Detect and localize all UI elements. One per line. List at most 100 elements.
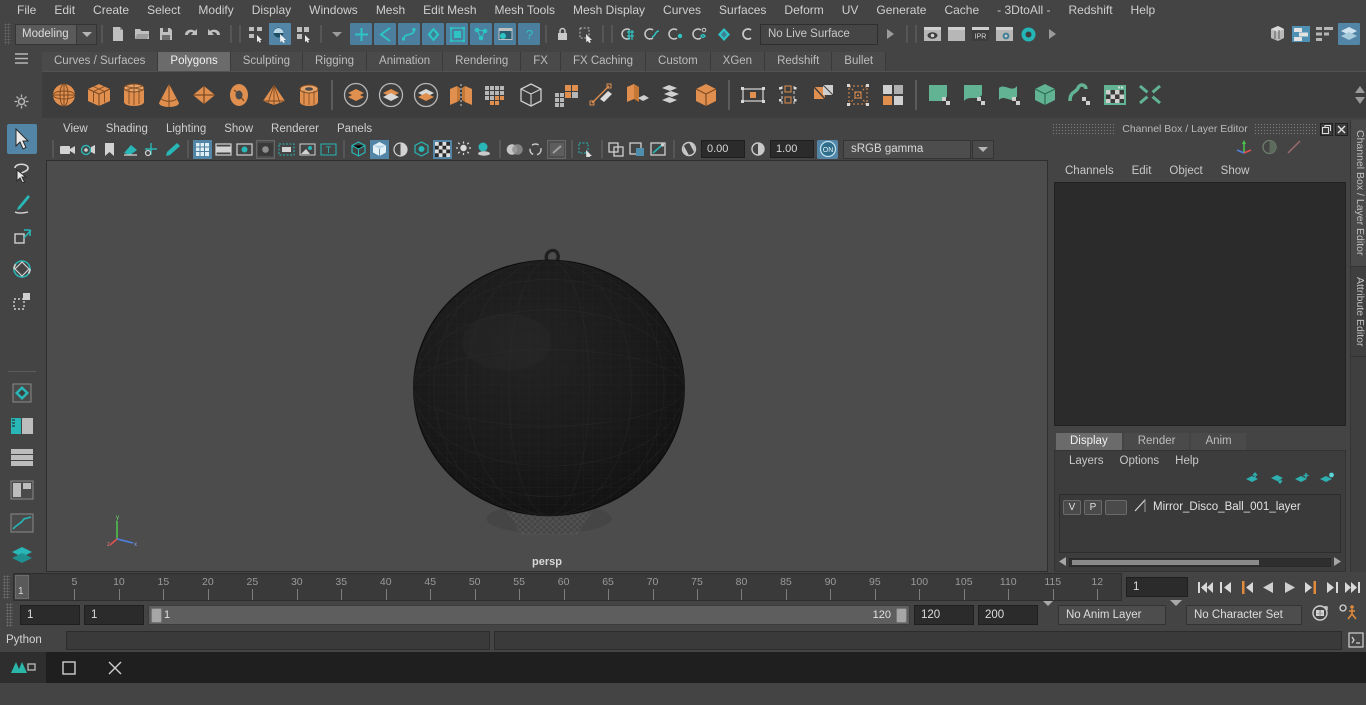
viewport-menu-panels[interactable]: Panels	[328, 123, 381, 135]
wireframe-shading-icon[interactable]	[349, 140, 368, 159]
node-editor-icon[interactable]	[1290, 23, 1312, 45]
mask-handles-icon[interactable]	[350, 23, 372, 45]
outliner-icon[interactable]	[1266, 23, 1288, 45]
menu-uv[interactable]: UV	[833, 0, 868, 20]
viewport-menu-lighting[interactable]: Lighting	[157, 123, 215, 135]
poly-cube-icon[interactable]	[81, 76, 116, 114]
select-component-icon[interactable]	[293, 23, 315, 45]
shelf-tab-custom[interactable]: Custom	[646, 52, 711, 71]
shelf-tab-xgen[interactable]: XGen	[710, 52, 766, 71]
component-mask-dropdown-icon[interactable]	[326, 23, 348, 45]
undock-panel-icon[interactable]	[1320, 122, 1333, 136]
shaded-wireframe-icon[interactable]	[391, 140, 410, 159]
menu-mesh-tools[interactable]: Mesh Tools	[486, 0, 564, 20]
combine-icon[interactable]	[688, 76, 723, 114]
transform-axes-icon[interactable]	[1235, 139, 1253, 160]
mask-vertices-icon[interactable]	[374, 23, 396, 45]
undo-icon[interactable]	[179, 23, 201, 45]
multi-cut-icon[interactable]	[583, 76, 618, 114]
menu-cache[interactable]: Cache	[935, 0, 988, 20]
taskbar-minimize[interactable]	[46, 652, 92, 683]
go-to-start-button[interactable]	[1196, 577, 1215, 597]
rotate-tool[interactable]	[7, 253, 37, 283]
snap-grid-icon[interactable]	[617, 23, 639, 45]
animation-preferences-icon[interactable]	[1338, 603, 1360, 627]
reduce-mesh-icon[interactable]	[513, 76, 548, 114]
render-expand-icon[interactable]	[1041, 23, 1063, 45]
layer-menu-options[interactable]: Options	[1112, 455, 1168, 467]
boolean-intersection-icon[interactable]	[408, 76, 443, 114]
snap-view-plane-icon[interactable]	[713, 23, 735, 45]
menu-modify[interactable]: Modify	[189, 0, 242, 20]
layer-tab-render[interactable]: Render	[1123, 433, 1190, 450]
animation-end-field[interactable]: 200	[978, 605, 1038, 625]
boolean-union-icon[interactable]	[338, 76, 373, 114]
slider-handle-icon[interactable]	[1286, 139, 1302, 160]
menu-select[interactable]: Select	[138, 0, 189, 20]
auto-keyframe-toggle-icon[interactable]: ·l·	[1310, 604, 1330, 627]
image-plane-icon[interactable]	[121, 140, 140, 159]
channel-menu-show[interactable]: Show	[1212, 165, 1259, 177]
channel-box-list[interactable]	[1054, 182, 1346, 426]
open-scene-icon[interactable]	[131, 23, 153, 45]
time-slider-track[interactable]: 1 5 10 15 20 25 30 35 40 45 50 55 60 65 70 75 80 85 90 95 1…	[13, 573, 1122, 601]
menu-windows[interactable]: Windows	[300, 0, 367, 20]
exposure-value-field[interactable]: 0.00	[701, 140, 745, 158]
poly-cone-icon[interactable]	[151, 76, 186, 114]
textured-mode-icon[interactable]	[433, 139, 452, 159]
save-scene-icon[interactable]	[155, 23, 177, 45]
viewport-canvas[interactable]: y x z persp	[46, 160, 1048, 572]
render-settings-icon[interactable]	[993, 23, 1015, 45]
new-scene-icon[interactable]	[107, 23, 129, 45]
sculpt-cube-icon[interactable]	[1027, 76, 1062, 114]
time-slider-grip[interactable]	[3, 575, 10, 599]
film-gate-icon[interactable]	[214, 140, 233, 159]
live-surface-expand-icon[interactable]	[879, 23, 901, 45]
color-management-toggle-icon[interactable]: ON	[817, 139, 838, 159]
boolean-difference-icon[interactable]	[373, 76, 408, 114]
snap-projected-center-icon[interactable]	[689, 23, 711, 45]
command-input-field[interactable]	[66, 630, 490, 650]
shadows-icon[interactable]	[475, 140, 494, 159]
shelf-scroll-arrows[interactable]	[1354, 86, 1366, 104]
poly-sphere-icon[interactable]	[46, 76, 81, 114]
range-end-field[interactable]: 120	[914, 605, 974, 625]
mask-curves-icon[interactable]	[398, 23, 420, 45]
range-bar[interactable]: 1 120	[148, 605, 910, 625]
shelf-tab-rigging[interactable]: Rigging	[303, 52, 368, 71]
anim-layer-dropdown-icon[interactable]	[1042, 600, 1054, 624]
close-panel-icon[interactable]	[1335, 122, 1348, 136]
grease-pencil-icon[interactable]	[163, 140, 182, 159]
poly-pyramid-icon[interactable]	[256, 76, 291, 114]
camera-attributes-icon[interactable]	[79, 140, 98, 159]
mask-rendering-icon[interactable]	[494, 23, 516, 45]
viewport-menu-renderer[interactable]: Renderer	[262, 123, 328, 135]
render-sequence-icon[interactable]	[945, 23, 967, 45]
menu-mesh[interactable]: Mesh	[367, 0, 414, 20]
quick-layout-persp-graph[interactable]	[7, 507, 37, 537]
uv-unfold-icon[interactable]	[840, 76, 875, 114]
gate-mask-icon[interactable]	[256, 139, 275, 159]
animation-start-field[interactable]: 1	[20, 605, 80, 625]
layer-playback-toggle[interactable]: P	[1084, 499, 1102, 515]
range-start-field[interactable]: 1	[84, 605, 144, 625]
uv-editor-icon[interactable]	[735, 76, 770, 114]
layer-menu-help[interactable]: Help	[1167, 455, 1207, 467]
layer-menu-layers[interactable]: Layers	[1061, 455, 1112, 467]
channel-menu-channels[interactable]: Channels	[1056, 165, 1123, 177]
redo-icon[interactable]	[203, 23, 225, 45]
hscroll-track[interactable]	[1069, 557, 1331, 567]
attribute-editor-icon[interactable]	[1314, 23, 1336, 45]
ipr-render-icon[interactable]: IPR	[969, 23, 991, 45]
play-forwards-button[interactable]	[1280, 577, 1299, 597]
display-layer-list[interactable]: V P Mirror_Disco_Ball_001_layer	[1059, 494, 1341, 553]
transfer-attributes-icon[interactable]	[1132, 76, 1167, 114]
move-tool[interactable]	[7, 221, 37, 251]
poly-torus-icon[interactable]	[221, 76, 256, 114]
gamma-value-field[interactable]: 1.00	[770, 140, 814, 158]
layer-tab-display[interactable]: Display	[1056, 433, 1122, 450]
play-backwards-button[interactable]	[1259, 577, 1278, 597]
sculpt-plane-icon[interactable]	[922, 76, 957, 114]
motion-blur-icon[interactable]	[526, 140, 545, 159]
select-hierarchy-icon[interactable]	[245, 23, 267, 45]
